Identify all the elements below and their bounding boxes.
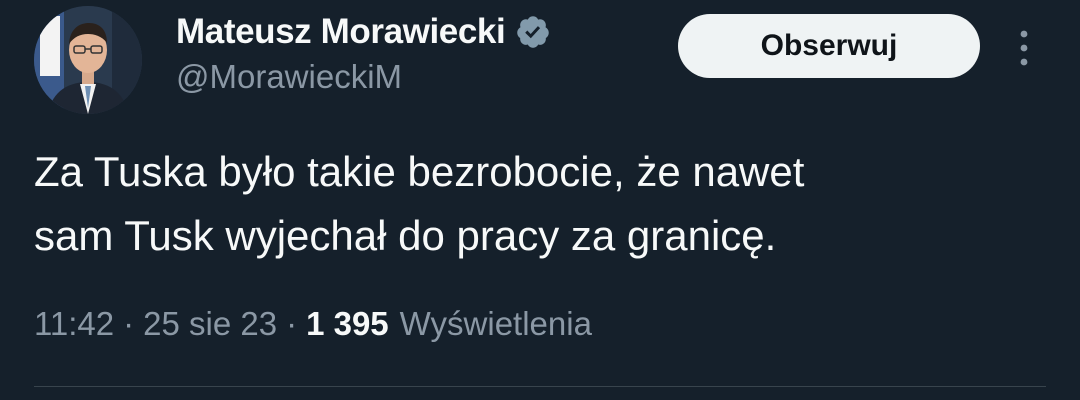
more-vertical-icon xyxy=(1020,30,1028,66)
tweet-date[interactable]: 25 sie 23 xyxy=(143,305,277,343)
tweet-meta: 11:42 · 25 sie 23 · 1 395 Wyświetlenia xyxy=(34,305,592,343)
tweet-text: Za Tuska było takie bezrobocie, że nawet… xyxy=(34,140,1044,268)
author-handle[interactable]: @MorawieckiM xyxy=(176,58,402,96)
author-name-row: Mateusz Morawiecki xyxy=(176,8,551,56)
tweet-text-line: Za Tuska było takie bezrobocie, że nawet xyxy=(34,148,805,195)
meta-separator: · xyxy=(123,305,135,342)
divider xyxy=(34,386,1046,387)
tweet-time[interactable]: 11:42 xyxy=(34,305,114,343)
author-display-name[interactable]: Mateusz Morawiecki xyxy=(176,12,506,52)
verified-badge-icon[interactable] xyxy=(515,14,551,50)
views-label: Wyświetlenia xyxy=(399,305,592,342)
more-options-button[interactable] xyxy=(1008,24,1040,72)
avatar[interactable] xyxy=(34,6,142,114)
tweet-text-line: sam Tusk wyjechał do pracy za granicę. xyxy=(34,212,777,259)
meta-separator: · xyxy=(286,305,298,342)
follow-button[interactable]: Obserwuj xyxy=(678,14,980,78)
avatar-image xyxy=(34,6,142,114)
tweet-card: Mateusz Morawiecki @MorawieckiM Obserwuj… xyxy=(0,0,1080,400)
views-count: 1 395 xyxy=(306,305,389,342)
